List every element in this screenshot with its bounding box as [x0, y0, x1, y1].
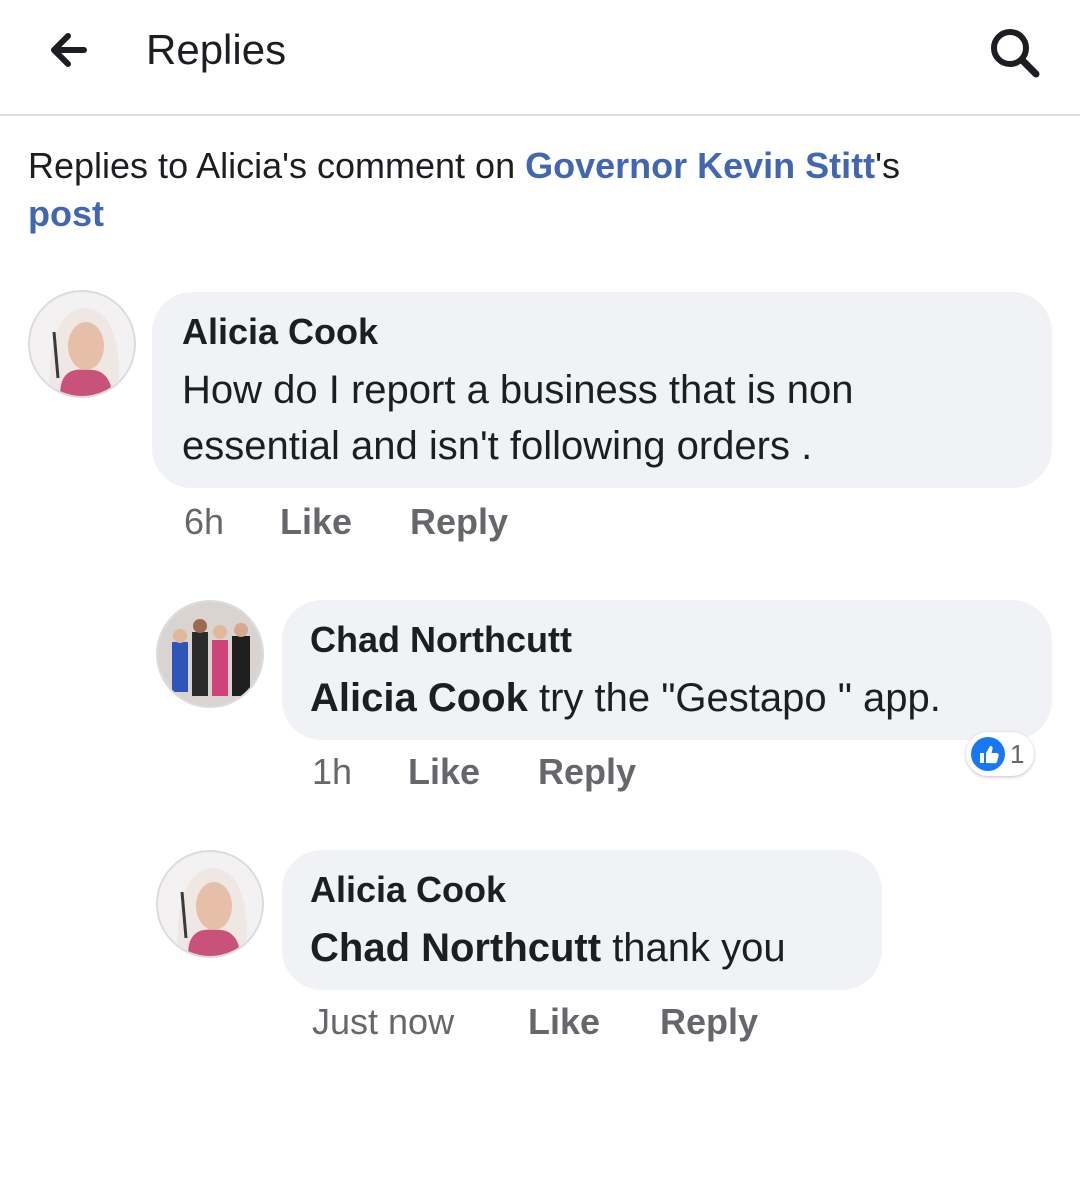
back-button[interactable]: [40, 24, 104, 76]
post-link[interactable]: post: [28, 193, 104, 234]
reply-button[interactable]: Reply: [538, 750, 636, 794]
reaction-count: 1: [1010, 738, 1025, 769]
mention-link[interactable]: Chad Northcutt: [310, 926, 601, 970]
profile-photo: [158, 852, 262, 956]
search-icon: [991, 29, 1040, 78]
timestamp: 1h: [312, 751, 353, 792]
timestamp: Just now: [312, 1001, 455, 1042]
profile-photo: [158, 602, 262, 706]
top-bar: Replies: [0, 0, 1080, 116]
comment-author[interactable]: Alicia Cook: [310, 868, 506, 912]
mention-link[interactable]: Alicia Cook: [310, 676, 528, 720]
timestamp: 6h: [184, 501, 225, 542]
avatar[interactable]: [28, 290, 136, 398]
comment-text: Alicia Cook try the "Gestapo " app.: [310, 670, 1030, 726]
comment-actions: Just now Like Reply: [312, 1000, 758, 1044]
comment-body: try the "Gestapo " app.: [527, 676, 941, 720]
comment-actions: 1h Like Reply: [312, 750, 636, 794]
reaction-summary[interactable]: 1: [966, 732, 1035, 776]
context-possessive: 's: [875, 145, 901, 186]
avatar[interactable]: [156, 850, 264, 958]
like-button[interactable]: Like: [528, 1000, 660, 1044]
search-button[interactable]: [978, 20, 1050, 84]
profile-photo: [30, 292, 134, 396]
like-button[interactable]: Like: [280, 500, 410, 544]
comment-body: How do I report a business that is non e…: [182, 368, 854, 468]
comment-author[interactable]: Chad Northcutt: [310, 618, 572, 662]
arrow-left-icon: [51, 33, 87, 67]
comment-author[interactable]: Alicia Cook: [182, 310, 378, 354]
context-prefix: Replies to Alicia's comment on: [28, 145, 526, 186]
comment-text: Chad Northcutt thank you: [310, 920, 870, 976]
page-link[interactable]: Governor Kevin Stitt: [525, 145, 875, 186]
replies-context: Replies to Alicia's comment on Governor …: [28, 142, 1038, 238]
thumbs-up-icon: [971, 737, 1005, 771]
comment-text: How do I report a business that is non e…: [182, 362, 1022, 474]
avatar[interactable]: [156, 600, 264, 708]
comment-body: thank you: [601, 926, 786, 970]
reply-button[interactable]: Reply: [660, 1000, 758, 1044]
page-title: Replies: [146, 26, 287, 73]
comment-actions: 6h Like Reply: [184, 500, 508, 544]
reply-button[interactable]: Reply: [410, 500, 508, 544]
like-button[interactable]: Like: [408, 750, 538, 794]
